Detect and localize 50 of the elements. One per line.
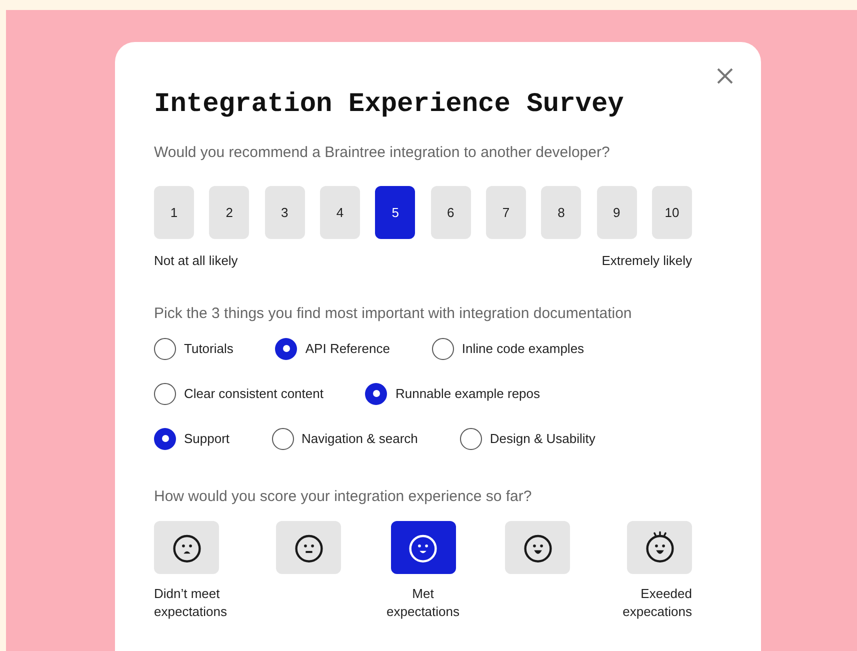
radio[interactable] [272, 428, 294, 450]
checkbox-option[interactable]: API Reference [275, 338, 390, 360]
close-icon [716, 67, 734, 85]
rating-option[interactable]: 5 [375, 186, 416, 239]
face-icon [644, 531, 674, 563]
rating-option[interactable]: 7 [486, 186, 526, 239]
rating-option[interactable] [505, 520, 570, 574]
radio[interactable] [154, 428, 176, 450]
option-label: Tutorials [184, 340, 234, 358]
rating-option[interactable]: 4 [320, 186, 360, 239]
rating-option[interactable]: 8 [541, 186, 582, 239]
rating-option[interactable]: 3 [264, 186, 305, 239]
option-label: Support [184, 430, 230, 448]
radio[interactable] [275, 338, 298, 360]
option-label: Navigation & search [302, 430, 418, 448]
question-text: Pick the 3 things you find most important with integration documentation [154, 304, 633, 324]
rating-option[interactable] [154, 520, 219, 574]
checkbox-option[interactable]: Support [154, 428, 230, 450]
question-text: How would you score your integration experience so far? [154, 486, 533, 506]
option-label: Inline code examples [462, 340, 584, 358]
rating-option[interactable] [627, 520, 692, 574]
rating-label: Didn’t meet expectations [154, 584, 228, 620]
scale-label: Extremely likely [602, 252, 692, 270]
radio[interactable] [365, 382, 388, 404]
checkbox-option[interactable]: Runnable example repos [365, 382, 540, 404]
option-label: Runnable example repos [395, 384, 540, 403]
rating-label: Met expectations [386, 584, 460, 620]
radio[interactable] [154, 382, 176, 404]
rating-option[interactable] [390, 520, 456, 574]
option-label: API Reference [305, 340, 390, 358]
checkbox-option[interactable]: Clear consistent content [154, 382, 324, 404]
rating-option[interactable] [276, 520, 341, 574]
option-label: Clear consistent content [184, 384, 324, 403]
question-text: Would you recommend a Braintree integration to another developer? [154, 143, 611, 163]
checkbox-option[interactable]: Tutorials [154, 338, 234, 360]
radio[interactable] [432, 338, 454, 360]
option-label: Design & Usability [490, 430, 596, 448]
survey-title: Integration Experience Survey [154, 90, 625, 120]
rating-option[interactable]: 10 [652, 186, 692, 239]
radio[interactable] [154, 338, 176, 360]
rating-label: Exeeded expecations [622, 584, 692, 620]
rating-option[interactable]: 1 [154, 186, 194, 239]
rating-option[interactable]: 2 [209, 186, 250, 239]
checkbox-option[interactable]: Inline code examples [432, 338, 584, 360]
scale-label: Not at all likely [154, 252, 238, 270]
checkbox-option[interactable]: Design & Usability [460, 428, 596, 450]
rating-option[interactable]: 6 [430, 186, 471, 239]
rating-option[interactable]: 9 [596, 186, 637, 239]
checkbox-option[interactable]: Navigation & search [272, 428, 418, 450]
radio[interactable] [460, 428, 482, 450]
